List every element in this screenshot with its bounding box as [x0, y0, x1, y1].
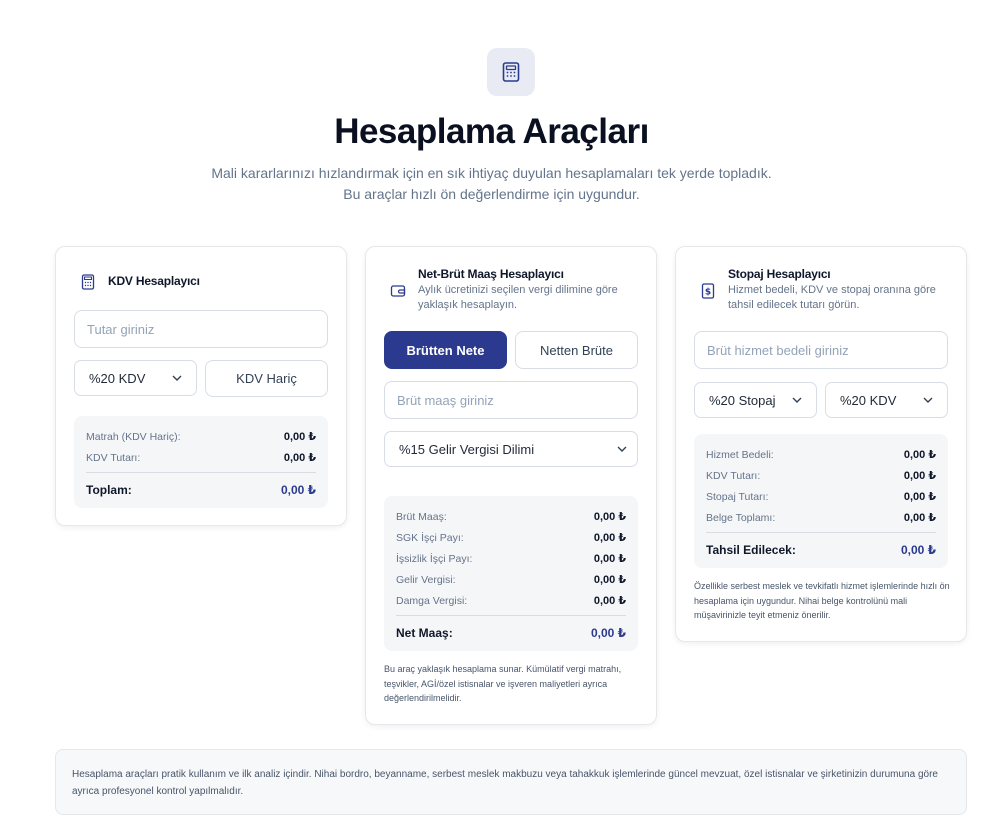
chevron-down-icon: [792, 397, 802, 403]
salary-note: Bu araç yaklaşık hesaplama sunar. Kümüla…: [384, 664, 622, 703]
summary-value: 0,00 ₺: [903, 512, 936, 524]
stopaj-card-header: $ Stopaj Hesaplayıcı Hizmet bedeli, KDV …: [700, 267, 943, 313]
summary-label: KDV Tutarı:: [706, 469, 761, 482]
summary-value: 0,00 ₺: [903, 491, 936, 503]
tab-net-to-gross[interactable]: Netten Brüte: [515, 331, 638, 369]
salary-calculator-card: Net-Brüt Maaş Hesaplayıcı Aylık ücretini…: [365, 246, 657, 725]
disclaimer-box: Hesaplama araçları pratik kullanım ve il…: [55, 749, 967, 815]
summary-total-row: Net Maaş: 0,00 ₺: [396, 615, 626, 643]
summary-value: 0,00 ₺: [593, 595, 626, 607]
stopaj-kdv-select-value: %20 KDV: [840, 392, 897, 408]
summary-total-row: Tahsil Edilecek: 0,00 ₺: [706, 532, 936, 560]
chevron-down-icon: [617, 446, 627, 452]
summary-row: Stopaj Tutarı: 0,00 ₺: [706, 486, 936, 507]
summary-row: KDV Tutarı: 0,00 ₺: [86, 447, 316, 468]
summary-total-row: Toplam: 0,00 ₺: [86, 472, 316, 500]
chevron-down-icon: [923, 397, 933, 403]
summary-total-value: 0,00 ₺: [900, 542, 936, 557]
summary-total-label: Toplam:: [86, 482, 132, 497]
summary-row: Matrah (KDV Hariç): 0,00 ₺: [86, 426, 316, 447]
stopaj-rate-select-value: %20 Stopaj: [709, 392, 776, 408]
summary-row: KDV Tutarı: 0,00 ₺: [706, 465, 936, 486]
kdv-card-title: KDV Hesaplayıcı: [108, 274, 200, 288]
summary-value: 0,00 ₺: [283, 431, 316, 443]
calculator-icon: [81, 274, 95, 290]
page-subtitle-line-1: Mali kararlarınızı hızlandırmak için en …: [211, 165, 772, 181]
kdv-calculator-card: KDV Hesaplayıcı Tutar giriniz %20 KDV KD…: [55, 246, 347, 526]
stopaj-card-description: Hizmet bedeli, KDV ve stopaj oranına gör…: [728, 284, 936, 311]
salary-card-header: Net-Brüt Maaş Hesaplayıcı Aylık ücretini…: [390, 267, 633, 313]
wallet-icon: [390, 285, 406, 297]
summary-row: SGK İşçi Payı: 0,00 ₺: [396, 527, 626, 548]
chevron-down-icon: [172, 375, 182, 381]
salary-card-title: Net-Brüt Maaş Hesaplayıcı: [418, 267, 564, 281]
salary-summary: Brüt Maaş: 0,00 ₺ SGK İşçi Payı: 0,00 ₺ İş…: [384, 496, 638, 651]
stopaj-note: Özellikle serbest meslek ve tevkifatlı h…: [694, 581, 950, 620]
summary-row: Damga Vergisi: 0,00 ₺: [396, 590, 626, 611]
kdv-card-header: KDV Hesaplayıcı: [80, 272, 200, 290]
summary-total-value: 0,00 ₺: [280, 482, 316, 497]
stopaj-calculator-card: $ Stopaj Hesaplayıcı Hizmet bedeli, KDV …: [675, 246, 967, 642]
summary-row: Gelir Vergisi: 0,00 ₺: [396, 569, 626, 590]
summary-value: 0,00 ₺: [593, 553, 626, 565]
summary-value: 0,00 ₺: [903, 449, 936, 461]
kdv-amount-input[interactable]: Tutar giriniz: [74, 310, 328, 348]
tax-bracket-select[interactable]: %15 Gelir Vergisi Dilimi: [384, 431, 638, 467]
summary-total-label: Tahsil Edilecek:: [706, 542, 796, 557]
summary-label: SGK İşçi Payı:: [396, 531, 464, 544]
summary-label: KDV Tutarı:: [86, 451, 141, 464]
summary-value: 0,00 ₺: [903, 470, 936, 482]
stopaj-kdv-select[interactable]: %20 KDV: [825, 382, 948, 418]
summary-label: Hizmet Bedeli:: [706, 448, 774, 461]
summary-label: Belge Toplamı:: [706, 511, 776, 524]
summary-label: Brüt Maaş:: [396, 510, 447, 523]
stopaj-summary: Hizmet Bedeli: 0,00 ₺ KDV Tutarı: 0,00 ₺ S…: [694, 434, 948, 568]
summary-value: 0,00 ₺: [593, 511, 626, 523]
summary-row: Hizmet Bedeli: 0,00 ₺: [706, 444, 936, 465]
salary-amount-input[interactable]: Brüt maaş giriniz: [384, 381, 638, 419]
kdv-rate-select[interactable]: %20 KDV: [74, 360, 197, 396]
tab-gross-to-net[interactable]: Brütten Nete: [384, 331, 507, 369]
tax-bracket-select-value: %15 Gelir Vergisi Dilimi: [399, 441, 535, 457]
summary-value: 0,00 ₺: [593, 574, 626, 586]
summary-total-value: 0,00 ₺: [590, 625, 626, 640]
summary-label: İşsizlik İşçi Payı:: [396, 552, 473, 565]
page-title: Hesaplama Araçları: [334, 112, 649, 151]
kdv-rate-select-value: %20 KDV: [89, 370, 146, 386]
service-amount-input[interactable]: Brüt hizmet bedeli giriniz: [694, 331, 948, 369]
calculator-icon: [502, 62, 520, 82]
page-subtitle-line-2: Bu araçlar hızlı ön değerlendirme için u…: [343, 186, 640, 202]
svg-text:$: $: [705, 288, 711, 298]
summary-row: Belge Toplamı: 0,00 ₺: [706, 507, 936, 528]
summary-label: Stopaj Tutarı:: [706, 490, 769, 503]
stopaj-card-title: Stopaj Hesaplayıcı: [728, 267, 831, 281]
page-subtitle: Mali kararlarınızı hızlandırmak için en …: [0, 163, 983, 205]
kdv-mode-button[interactable]: KDV Hariç: [205, 360, 328, 397]
hero-calculator-badge: [487, 48, 535, 96]
salary-card-description: Aylık ücretinizi seçilen vergi dilimine …: [418, 284, 618, 311]
summary-value: 0,00 ₺: [283, 452, 316, 464]
summary-value: 0,00 ₺: [593, 532, 626, 544]
summary-label: Damga Vergisi:: [396, 594, 468, 607]
summary-label: Gelir Vergisi:: [396, 573, 456, 586]
summary-total-label: Net Maaş:: [396, 625, 453, 640]
summary-label: Matrah (KDV Hariç):: [86, 430, 181, 443]
stopaj-rate-select[interactable]: %20 Stopaj: [694, 382, 817, 418]
kdv-summary: Matrah (KDV Hariç): 0,00 ₺ KDV Tutarı: 0,0…: [74, 416, 328, 508]
summary-row: Brüt Maaş: 0,00 ₺: [396, 506, 626, 527]
receipt-icon: $: [701, 283, 715, 299]
summary-row: İşsizlik İşçi Payı: 0,00 ₺: [396, 548, 626, 569]
